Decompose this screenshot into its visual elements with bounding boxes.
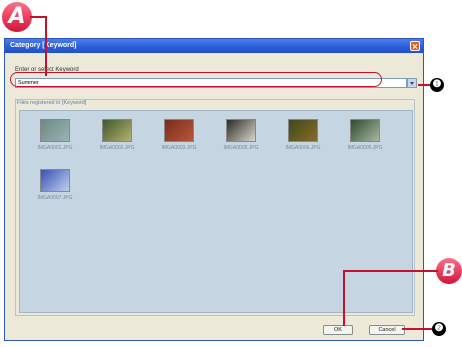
thumbnail-image — [102, 119, 132, 142]
thumbnail-item[interactable]: IMGA0003.JPG — [156, 119, 202, 151]
thumbnail-item[interactable]: IMGA0005.JPG — [218, 119, 264, 151]
thumbnail-image — [226, 119, 256, 142]
thumbnail-image — [164, 119, 194, 142]
thumbnail-name: IMGA0002.JPG — [99, 145, 135, 151]
callout-2-badge: ❷ — [432, 322, 446, 336]
files-label: Files registered in [Keyword] — [17, 100, 87, 106]
title-bar[interactable]: Category [Keyword] — [5, 39, 423, 53]
thumbnail-name: IMGA0006.JPG — [285, 145, 321, 151]
thumbnail-image — [288, 119, 318, 142]
thumbnail-name: IMGA0001.JPG — [37, 145, 73, 151]
callout-a-line — [45, 16, 47, 76]
thumbnail-name: IMGA0005.JPG — [223, 145, 259, 151]
thumbnail-name: IMGA0007.JPG — [37, 195, 73, 201]
cancel-button[interactable]: Cancel — [369, 325, 405, 335]
thumbnail-item[interactable]: IMGA0005.JPG — [342, 119, 388, 151]
thumbnail-item[interactable]: IMGA0006.JPG — [280, 119, 326, 151]
callout-1-badge: ❶ — [430, 78, 444, 92]
callout-b-badge: B — [436, 258, 462, 284]
thumbnail-item[interactable]: IMGA0007.JPG — [32, 169, 78, 201]
callout-2-line — [402, 328, 432, 330]
thumbnail-item[interactable]: IMGA0002.JPG — [94, 119, 140, 151]
callout-a-badge: A — [2, 2, 32, 32]
dialog-title: Category [Keyword] — [10, 42, 77, 49]
files-thumbnail-area[interactable]: IMGA0001.JPG IMGA0002.JPG IMGA0003.JPG I… — [19, 110, 413, 313]
thumbnail-item[interactable]: IMGA0001.JPG — [32, 119, 78, 151]
callout-a-line — [30, 16, 46, 18]
callout-b-line — [343, 270, 438, 272]
callout-1-line — [418, 84, 430, 86]
keyword-highlight-ring — [10, 72, 382, 87]
thumbnail-name: IMGA0003.JPG — [161, 145, 197, 151]
thumbnail-name: IMGA0005.JPG — [347, 145, 383, 151]
close-icon[interactable] — [410, 41, 420, 51]
ok-button[interactable]: OK — [323, 325, 353, 335]
thumbnail-image — [40, 169, 70, 192]
callout-b-line — [343, 270, 345, 326]
thumbnail-image — [350, 119, 380, 142]
thumbnail-image — [40, 119, 70, 142]
keyword-dropdown-button[interactable] — [407, 78, 417, 88]
